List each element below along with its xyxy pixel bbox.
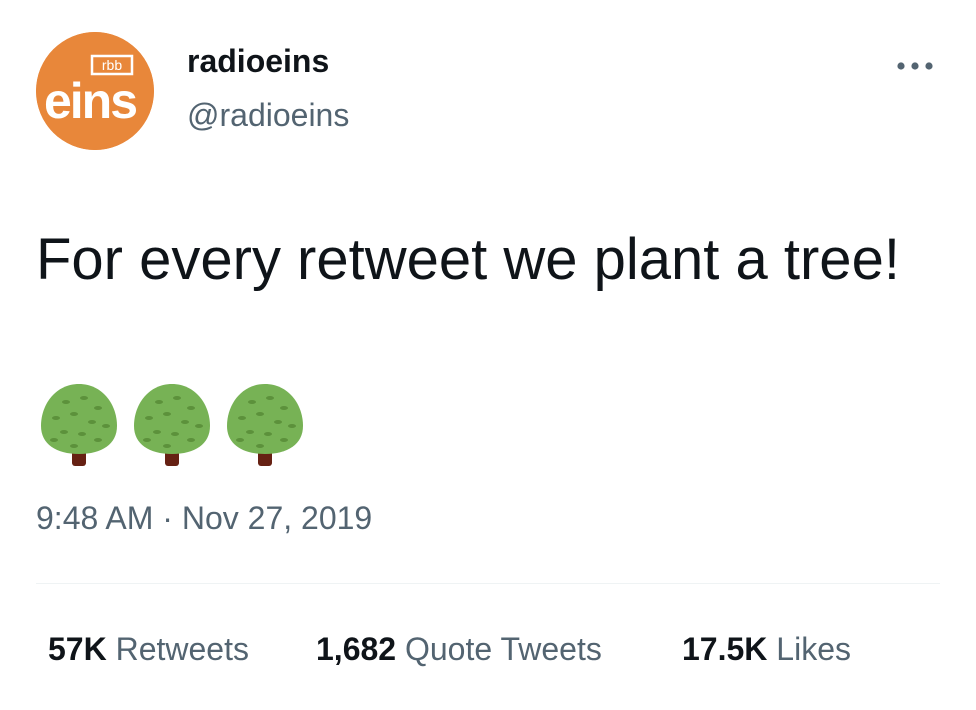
tweet-time[interactable]: 9:48 AM [36,500,153,536]
more-options-button[interactable] [892,50,940,82]
likes-label: Likes [776,631,851,667]
tweet-date[interactable]: Nov 27, 2019 [182,500,372,536]
retweets-label: Retweets [115,631,249,667]
retweets-count: 57K [48,631,107,667]
quote-tweets-count: 1,682 [316,631,397,667]
likes-stat[interactable]: 17.5K Likes [682,633,851,665]
radioeins-logo-icon: rbb eins [36,32,154,150]
tweet-text: For every retweet we plant a tree! [36,227,900,292]
likes-count: 17.5K [682,631,768,667]
quote-tweets-stat[interactable]: 1,682 Quote Tweets [316,633,602,665]
display-name[interactable]: radioeins [187,45,329,77]
timestamp-separator: · [162,500,173,536]
avatar-wordmark: eins [44,73,136,129]
tweet-timestamp: 9:48 AM · Nov 27, 2019 [36,502,372,534]
user-handle[interactable]: @radioeins [187,99,349,131]
tree-icon [41,384,117,466]
quote-tweets-label: Quote Tweets [404,631,602,667]
avatar-small-text: rbb [102,57,122,73]
divider [36,583,940,584]
tree-icon [227,384,303,466]
retweets-stat[interactable]: 57K Retweets [48,633,249,665]
tree-icon [134,384,210,466]
avatar[interactable]: rbb eins [36,32,154,150]
more-horizontal-icon [897,62,933,70]
